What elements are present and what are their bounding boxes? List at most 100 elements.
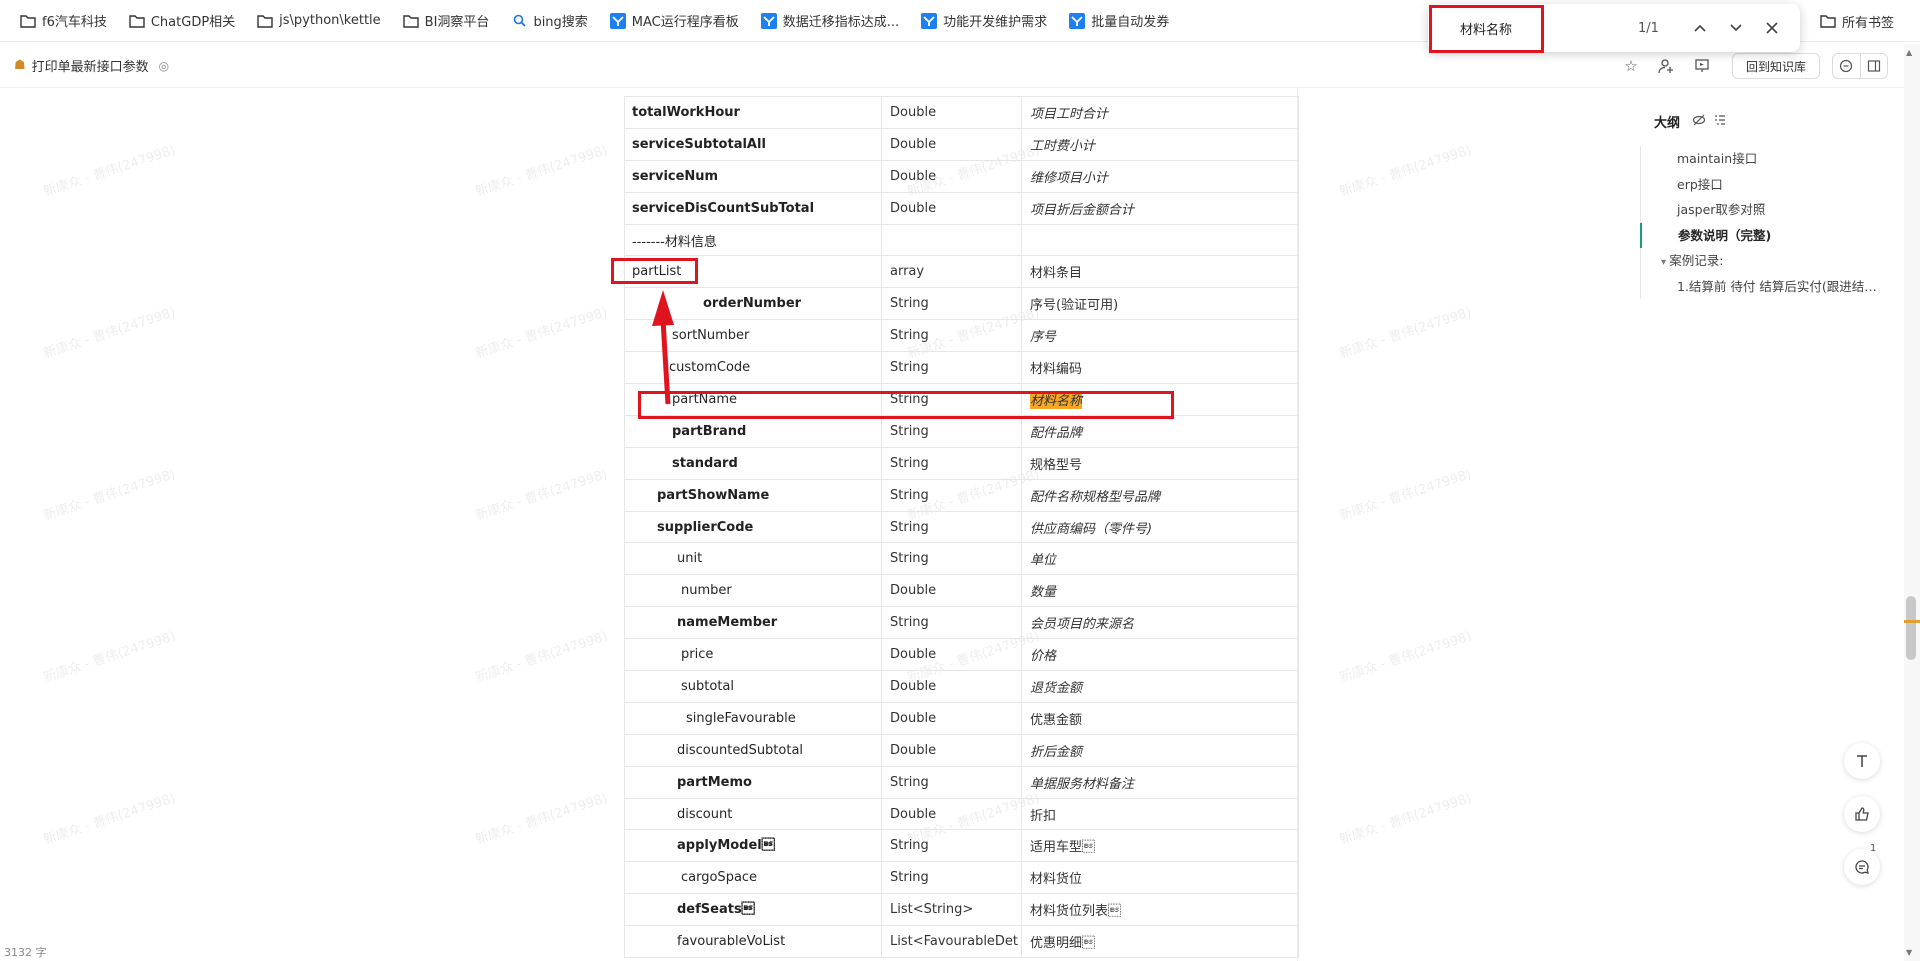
param-type-cell[interactable]: Double	[881, 574, 1022, 608]
bookmark-item[interactable]: bing搜索	[503, 7, 595, 35]
param-type-cell[interactable]: String	[881, 351, 1022, 385]
param-name-cell[interactable]: applyModel	[624, 829, 882, 863]
param-type-cell[interactable]: Double	[881, 638, 1022, 672]
comment-icon[interactable]	[1833, 54, 1860, 78]
param-name-cell[interactable]: subtotal	[624, 670, 882, 703]
param-type-cell[interactable]: String	[881, 478, 1022, 512]
param-name-cell[interactable]: discount	[624, 797, 882, 831]
param-type-cell[interactable]: array	[881, 255, 1022, 289]
param-desc-cell[interactable]: 材料货位	[1021, 861, 1299, 895]
param-name-cell[interactable]: orderNumber	[624, 287, 882, 321]
scrollbar[interactable]	[1904, 44, 1920, 961]
bookmark-item[interactable]: 功能开发维护需求	[913, 7, 1055, 35]
bookmark-item[interactable]: MAC运行程序看板	[602, 7, 747, 35]
caret-down-icon[interactable]: ▾	[1661, 257, 1669, 268]
param-type-cell[interactable]: String	[881, 829, 1022, 863]
param-name-cell[interactable]: nameMember	[624, 606, 882, 640]
param-desc-cell[interactable]: 适用车型	[1021, 829, 1299, 863]
param-name-cell[interactable]: -------材料信息	[624, 223, 882, 257]
param-desc-cell[interactable]: 优惠明细	[1021, 925, 1299, 959]
param-type-cell[interactable]: List<String>	[881, 893, 1022, 927]
eye-off-icon[interactable]	[1692, 114, 1706, 129]
param-name-cell[interactable]: supplierCode	[624, 510, 882, 544]
param-type-cell[interactable]: Double	[881, 797, 1022, 831]
param-desc-cell[interactable]: 材料货位列表	[1021, 893, 1299, 927]
back-to-knowledge-base-button[interactable]: 回到知识库	[1732, 53, 1820, 79]
chevron-down-icon[interactable]	[1722, 14, 1750, 42]
param-name-cell[interactable]: partMemo	[624, 765, 882, 799]
param-type-cell[interactable]: Double	[881, 733, 1022, 767]
param-type-cell[interactable]: Double	[881, 191, 1022, 225]
param-type-cell[interactable]: List<FavourableDet	[881, 925, 1022, 959]
param-type-cell[interactable]: String	[881, 414, 1022, 448]
param-desc-cell[interactable]: 配件名称规格型号品牌	[1021, 478, 1299, 512]
param-desc-cell[interactable]: 维修项目小计	[1021, 159, 1299, 193]
document-title[interactable]: ☗ 打印单最新接口参数 ◎	[14, 56, 169, 75]
param-type-cell[interactable]: Double	[881, 670, 1022, 703]
bookmark-item[interactable]: js\python\kettle	[249, 7, 389, 35]
param-name-cell[interactable]: favourableVoList	[624, 925, 882, 959]
param-desc-cell[interactable]: 供应商编码（零件号)	[1021, 510, 1299, 544]
outline-item[interactable]: 参数说明（完整)	[1640, 222, 1880, 248]
param-name-cell[interactable]: sortNumber	[624, 319, 882, 353]
bookmark-item[interactable]: 数据迁移指标达成...	[753, 7, 907, 35]
bookmark-item[interactable]: 批量自动发券	[1061, 7, 1177, 35]
outline-item[interactable]: erp接口	[1641, 172, 1880, 198]
scroll-up-arrow-icon[interactable]: ▲	[1906, 48, 1912, 57]
close-icon[interactable]	[1758, 14, 1786, 42]
param-name-cell[interactable]: serviceSubtotalAll	[624, 127, 882, 161]
text-format-icon[interactable]	[1844, 743, 1880, 779]
param-type-cell[interactable]: Double	[881, 127, 1022, 161]
param-type-cell[interactable]: String	[881, 446, 1022, 480]
param-desc-cell[interactable]: 材料编码	[1021, 351, 1299, 385]
param-desc-cell[interactable]: 单位	[1021, 542, 1299, 576]
param-type-cell[interactable]: Double	[881, 96, 1022, 129]
bookmark-item[interactable]: f6汽车科技	[12, 7, 115, 35]
param-desc-cell[interactable]: 价格	[1021, 638, 1299, 672]
all-bookmarks-button[interactable]: 所有书签	[1812, 7, 1902, 35]
param-type-cell[interactable]: String	[881, 319, 1022, 353]
param-desc-cell[interactable]: 配件品牌	[1021, 414, 1299, 448]
param-name-cell[interactable]: standard	[624, 446, 882, 480]
param-desc-cell[interactable]: 序号(验证可用)	[1021, 287, 1299, 321]
param-type-cell[interactable]: Double	[881, 159, 1022, 193]
param-name-cell[interactable]: discountedSubtotal	[624, 733, 882, 767]
param-desc-cell[interactable]: 材料条目	[1021, 255, 1299, 289]
param-type-cell[interactable]: String	[881, 606, 1022, 640]
param-desc-cell[interactable]: 序号	[1021, 319, 1299, 353]
param-name-cell[interactable]: customCode	[624, 351, 882, 385]
param-desc-cell[interactable]: 会员项目的来源名	[1021, 606, 1299, 640]
param-name-cell[interactable]: singleFavourable	[624, 701, 882, 735]
list-icon[interactable]	[1714, 114, 1726, 129]
present-icon[interactable]	[1690, 54, 1714, 78]
param-type-cell[interactable]: String	[881, 861, 1022, 895]
param-type-cell[interactable]: String	[881, 510, 1022, 544]
thumbs-up-icon[interactable]	[1844, 796, 1880, 832]
param-desc-cell[interactable]: 折后金额	[1021, 733, 1299, 767]
star-icon[interactable]: ☆	[1619, 54, 1643, 78]
bookmark-item[interactable]: BI洞察平台	[395, 7, 498, 35]
param-desc-cell[interactable]: 工时费小计	[1021, 127, 1299, 161]
bookmark-item[interactable]: ChatGDP相关	[121, 7, 243, 35]
sync-icon[interactable]: ◎	[159, 59, 169, 73]
param-desc-cell[interactable]: 折扣	[1021, 797, 1299, 831]
param-name-cell[interactable]: totalWorkHour	[624, 96, 882, 129]
scrollbar-thumb[interactable]	[1906, 596, 1916, 660]
param-name-cell[interactable]: cargoSpace	[624, 861, 882, 895]
sidebar-toggle-icon[interactable]	[1859, 54, 1888, 78]
param-desc-cell[interactable]: 优惠金额	[1021, 701, 1299, 735]
param-name-cell[interactable]: price	[624, 638, 882, 672]
outline-item[interactable]: maintain接口	[1641, 146, 1880, 172]
param-name-cell[interactable]: partShowName	[624, 478, 882, 512]
param-name-cell[interactable]: defSeats	[624, 893, 882, 927]
comments-icon[interactable]	[1844, 849, 1880, 885]
add-member-icon[interactable]	[1654, 54, 1678, 78]
param-desc-cell[interactable]: 项目工时合计	[1021, 96, 1299, 129]
param-name-cell[interactable]: serviceDisCountSubTotal	[624, 191, 882, 225]
param-desc-cell[interactable]: 退货金额	[1021, 670, 1299, 703]
param-name-cell[interactable]: serviceNum	[624, 159, 882, 193]
param-desc-cell[interactable]: 单据服务材料备注	[1021, 765, 1299, 799]
param-desc-cell[interactable]: 数量	[1021, 574, 1299, 608]
outline-item[interactable]: ▾ 案例记录:	[1641, 248, 1880, 274]
param-type-cell[interactable]	[881, 223, 1022, 257]
